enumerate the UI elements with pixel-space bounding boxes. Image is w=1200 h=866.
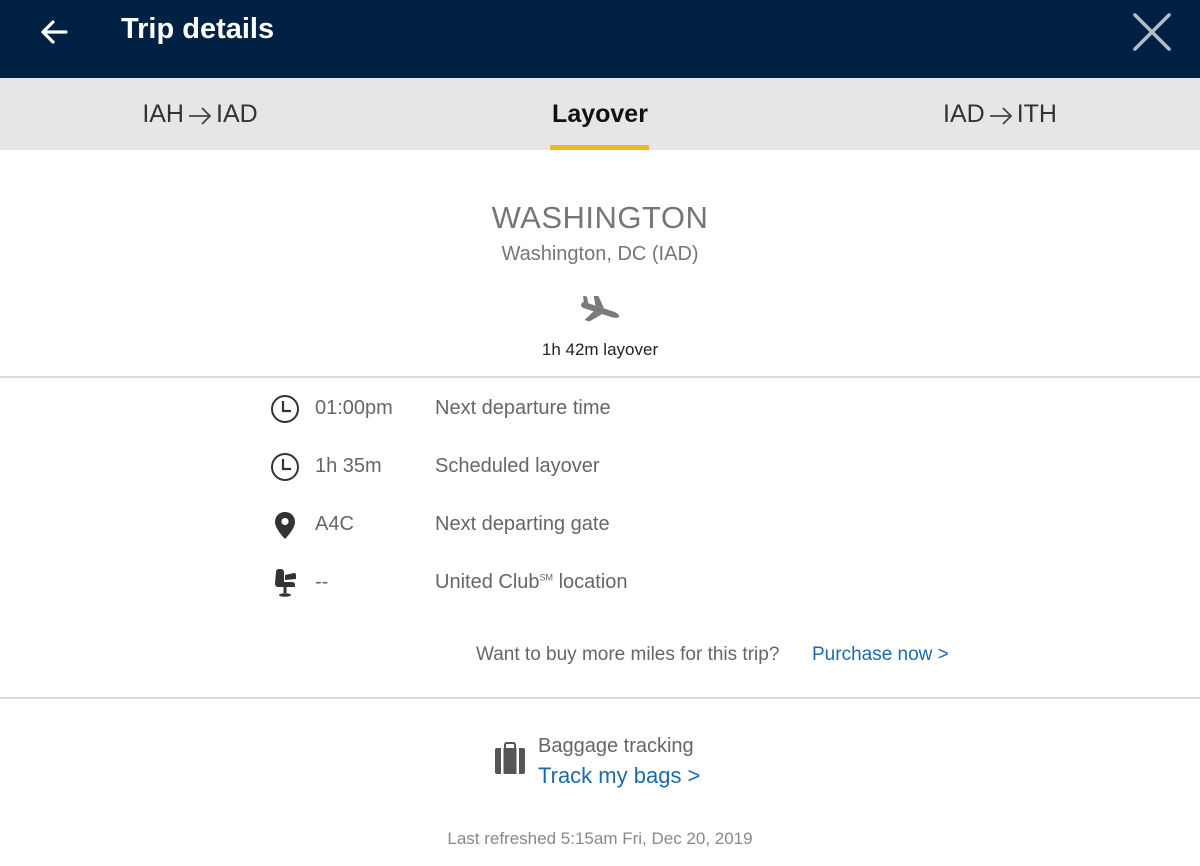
track-my-bags-link[interactable]: Track my bags > <box>538 763 700 789</box>
divider <box>0 376 1200 378</box>
back-arrow-icon[interactable] <box>36 14 72 50</box>
tab-layover[interactable]: Layover <box>400 78 800 150</box>
clock-icon <box>270 452 300 482</box>
detail-label-suffix: location <box>553 571 628 593</box>
detail-value: 01:00pm <box>315 397 393 419</box>
close-icon[interactable] <box>1130 10 1174 54</box>
detail-value: A4C <box>315 513 354 535</box>
page-title: Trip details <box>121 13 275 45</box>
clock-icon <box>270 394 300 424</box>
service-mark: SM <box>539 572 554 583</box>
detail-label: Next departing gate <box>435 513 610 535</box>
detail-value: -- <box>315 571 329 593</box>
purchase-now-link[interactable]: Purchase now > <box>812 644 949 666</box>
lounge-chair-icon <box>270 568 300 598</box>
buy-miles-question: Want to buy more miles for this trip? <box>476 644 780 665</box>
tab-destination: IAD <box>216 99 258 128</box>
suitcase-icon <box>493 742 527 776</box>
detail-label-text: United Club <box>435 571 540 593</box>
tab-iah-iad[interactable]: IAH IAD <box>0 78 400 150</box>
detail-row-gate: A4C Next departing gate <box>0 504 1200 544</box>
map-pin-icon <box>270 510 300 540</box>
divider <box>0 697 1200 699</box>
baggage-tracking-label: Baggage tracking <box>538 735 694 757</box>
detail-value: 1h 35m <box>315 455 382 477</box>
tab-destination: ITH <box>1016 99 1057 128</box>
layover-city: WASHINGTON <box>491 200 709 235</box>
detail-row-next-departure: 01:00pm Next departure time <box>0 388 1200 428</box>
detail-row-scheduled-layover: 1h 35m Scheduled layover <box>0 446 1200 486</box>
segment-tabs: IAH IAD Layover IAD ITH <box>0 78 1200 150</box>
tab-label: Layover <box>552 99 648 128</box>
tab-origin: IAD <box>943 99 985 128</box>
tab-origin: IAH <box>142 99 184 128</box>
last-refreshed: Last refreshed 5:15am Fri, Dec 20, 2019 <box>447 829 753 848</box>
active-tab-indicator <box>550 145 649 150</box>
tab-iad-ith[interactable]: IAD ITH <box>800 78 1200 150</box>
detail-label: Next departure time <box>435 397 611 419</box>
right-arrow-icon <box>988 104 1014 125</box>
airplane-landing-icon <box>576 293 622 326</box>
right-arrow-icon <box>187 104 213 125</box>
detail-row-united-club: -- United ClubSM location <box>0 562 1200 602</box>
detail-label: United ClubSM location <box>435 571 628 594</box>
detail-label: Scheduled layover <box>435 455 600 477</box>
layover-airport: Washington, DC (IAD) <box>501 243 699 265</box>
layover-duration: 1h 42m layover <box>541 340 659 359</box>
top-bar: Trip details <box>0 0 1200 78</box>
